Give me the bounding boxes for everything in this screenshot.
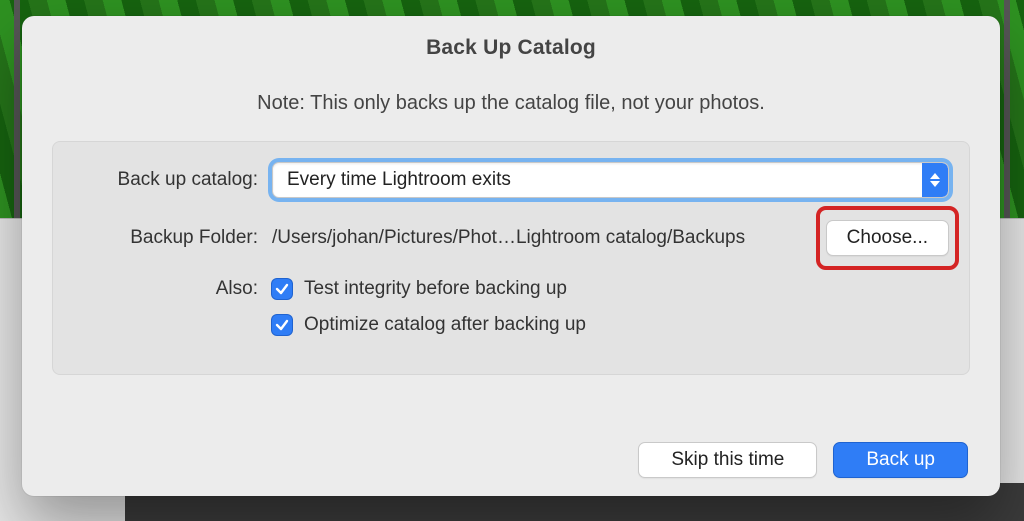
settings-panel: Back up catalog: Every time Lightroom ex… bbox=[52, 141, 970, 375]
optimize-checkbox[interactable] bbox=[272, 315, 292, 335]
backup-folder-label: Backup Folder: bbox=[73, 227, 272, 249]
dialog-title: Back Up Catalog bbox=[22, 16, 1000, 68]
integrity-checkbox[interactable] bbox=[272, 279, 292, 299]
also-label: Also: bbox=[73, 278, 272, 300]
choose-folder-button[interactable]: Choose... bbox=[826, 220, 949, 256]
backup-catalog-label: Back up catalog: bbox=[73, 169, 272, 191]
backup-folder-path: /Users/johan/Pictures/Phot…Lightroom cat… bbox=[272, 227, 826, 249]
backup-catalog-dialog: Back Up Catalog Note: This only backs up… bbox=[22, 16, 1000, 496]
dialog-note: Note: This only backs up the catalog fil… bbox=[22, 68, 1000, 137]
select-arrows-icon bbox=[922, 163, 948, 197]
optimize-checkbox-label: Optimize catalog after backing up bbox=[304, 314, 586, 336]
integrity-checkbox-label: Test integrity before backing up bbox=[304, 278, 567, 300]
dialog-footer: Skip this time Back up bbox=[638, 442, 968, 478]
backup-schedule-value: Every time Lightroom exits bbox=[273, 169, 922, 191]
backup-button[interactable]: Back up bbox=[833, 442, 968, 478]
skip-button[interactable]: Skip this time bbox=[638, 442, 817, 478]
backup-schedule-select[interactable]: Every time Lightroom exits bbox=[272, 162, 949, 198]
